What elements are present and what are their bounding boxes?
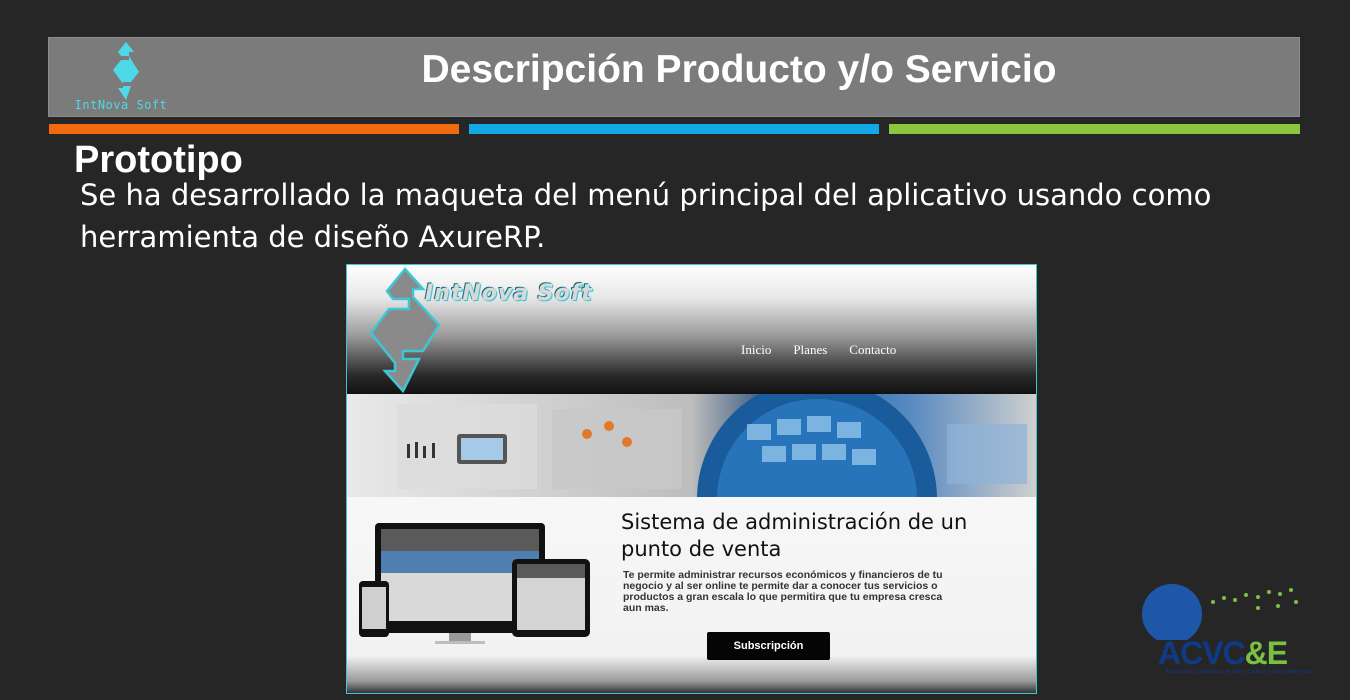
mockup-description: Te permite administrar recursos económic…: [623, 569, 943, 614]
nav-inicio[interactable]: Inicio: [741, 342, 771, 358]
nav-contacto[interactable]: Contacto: [849, 342, 896, 358]
section-body: Se ha desarrollado la maqueta del menú p…: [80, 178, 1212, 254]
org-subtitle: Asociación Colombiana de Valor, Ciencia …: [1165, 669, 1312, 675]
mockup-content: Sistema de administración de un punto de…: [347, 497, 1036, 693]
accent-stripe-blue: [469, 124, 879, 134]
brand-logo: IntNova Soft: [61, 40, 181, 116]
mockup-banner-image: [347, 394, 1036, 497]
subscription-button[interactable]: Subscripción: [707, 632, 830, 660]
nav-planes[interactable]: Planes: [793, 342, 827, 358]
org-logo: ACVC&E Asociación Colombiana de Valor, C…: [1138, 580, 1323, 700]
accent-stripe-green: [889, 124, 1300, 134]
brand-name: IntNova Soft: [74, 98, 168, 112]
bolt-icon: [113, 42, 139, 100]
mockup-logo-text: IntNova Soft: [425, 281, 593, 306]
header-bar: IntNova Soft Descripción Producto y/o Se…: [48, 37, 1300, 117]
devices-illustration: [359, 523, 590, 644]
accent-stripe-orange: [49, 124, 459, 134]
mockup-header: IntNova Soft Inicio Planes Contacto: [347, 265, 1036, 394]
tree-icon: [1142, 584, 1298, 644]
page-title: Descripción Producto y/o Servicio: [421, 48, 1057, 91]
mockup-title: Sistema de administración de un punto de…: [621, 510, 968, 561]
org-name: ACVC&E: [1158, 635, 1288, 671]
prototype-mockup: IntNova Soft Inicio Planes Contacto Sist…: [346, 264, 1037, 694]
mockup-nav: Inicio Planes Contacto: [741, 342, 896, 358]
banner-illustration: [397, 394, 1027, 497]
